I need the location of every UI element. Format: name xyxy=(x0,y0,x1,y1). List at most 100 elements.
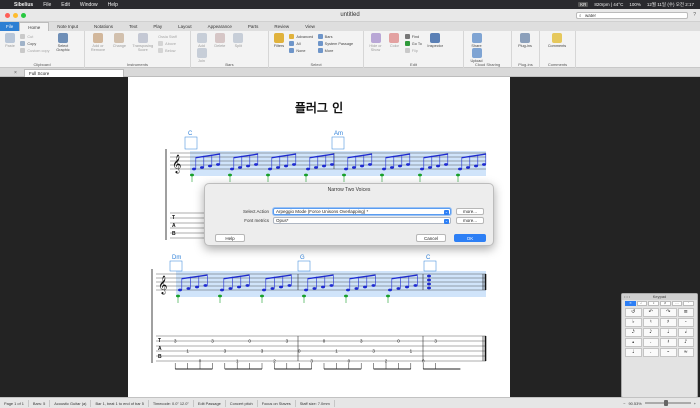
search-input[interactable]: ⌕ water xyxy=(576,12,688,19)
keypad-key[interactable]: ≡ xyxy=(677,308,694,317)
share-button[interactable]: Share xyxy=(467,33,486,48)
close-window-button[interactable] xyxy=(5,12,10,18)
tab-note-input[interactable]: Note Input xyxy=(49,22,86,31)
keypad-key[interactable]: ♪ xyxy=(677,338,694,347)
select-action-dropdown[interactable]: Arpeggio Mode (Force Unisons Overlapping… xyxy=(273,208,451,215)
keypad-key[interactable]: ♭ xyxy=(625,318,642,327)
menu-help[interactable]: Help xyxy=(108,2,118,8)
inspector-button[interactable]: Inspector xyxy=(426,33,444,48)
panel-controls-icon[interactable]: ••• xyxy=(624,294,631,300)
keypad-tab-1[interactable]: ≡ xyxy=(625,301,636,306)
go-to-button[interactable]: Go To xyxy=(404,40,422,47)
clock-text[interactable]: 12월 11일 (수) 오전 2:17 xyxy=(647,2,694,8)
tab-home[interactable]: Home xyxy=(19,22,50,31)
keypad-key[interactable]: ≈ xyxy=(677,348,694,357)
copy-button[interactable]: Copy xyxy=(20,40,49,47)
status-timecode: Timecode: 0.0" 12.0" xyxy=(149,399,194,407)
keypad-key[interactable]: . xyxy=(642,348,659,357)
zoom-slider[interactable] xyxy=(644,400,691,406)
help-icon[interactable]: ? xyxy=(693,12,696,18)
input-source-badge[interactable]: KR xyxy=(578,2,589,7)
keypad-key[interactable]: 𝅗𝅥 xyxy=(677,328,694,337)
tab-full-score[interactable]: Full Score xyxy=(24,69,124,77)
zoom-in-icon[interactable]: + xyxy=(694,401,696,406)
select-none-button[interactable]: None xyxy=(289,47,313,54)
tab-play[interactable]: Play xyxy=(145,22,170,31)
menu-app-name[interactable]: Sibelius xyxy=(14,2,33,8)
keypad-key[interactable]: ♮ xyxy=(642,318,659,327)
cancel-button[interactable]: Cancel xyxy=(416,234,446,242)
select-all-button[interactable]: All xyxy=(289,40,313,47)
keypad-tab-4[interactable]: ♬ xyxy=(660,301,671,306)
menu-edit[interactable]: Edit xyxy=(61,2,70,8)
select-bars-button[interactable]: Bars xyxy=(317,33,354,40)
keypad-key[interactable]: 𝅝 xyxy=(625,338,642,347)
tab-review[interactable]: Review xyxy=(266,22,297,31)
select-graphic-button[interactable]: Select Graphic xyxy=(54,33,72,52)
find-button[interactable]: Find xyxy=(404,33,422,40)
battery-text[interactable]: 100% xyxy=(629,2,641,7)
tab-view[interactable]: View xyxy=(297,22,323,31)
font-metrics-more-button[interactable]: more... xyxy=(456,217,484,224)
keypad-key[interactable]: ♩ xyxy=(625,348,642,357)
keypad-key[interactable]: ↶ xyxy=(642,308,659,317)
font-metrics-dropdown[interactable]: Opus* ⌄ xyxy=(273,217,451,224)
zoom-out-icon[interactable]: − xyxy=(623,401,625,406)
keypad-key[interactable]: 𝄽 xyxy=(660,338,677,347)
concert-pitch-toggle[interactable]: Concert pitch xyxy=(226,399,258,407)
keypad-key[interactable]: ♩ xyxy=(660,328,677,337)
keypad-key[interactable]: 𝅘𝅥𝅯 xyxy=(625,328,642,337)
keypad-key[interactable]: . xyxy=(642,338,659,347)
tab-file[interactable]: File xyxy=(0,22,20,31)
system-passage-button[interactable]: System Passage xyxy=(317,40,353,47)
comments-button[interactable]: Comments xyxy=(543,33,571,48)
ossia-staff-button[interactable]: Ossia Staff xyxy=(158,33,177,40)
keypad-title-bar[interactable]: ••• Keypad xyxy=(622,294,697,300)
ok-button[interactable]: OK xyxy=(454,234,486,242)
select-action-more-button[interactable]: more... xyxy=(456,208,484,215)
color-button[interactable]: Color xyxy=(387,33,401,48)
keypad-tab-5[interactable]: … xyxy=(671,301,683,306)
fan-status-text[interactable]: 820rpm | 44°C xyxy=(594,2,623,7)
hide-show-button[interactable]: Hide or Show xyxy=(367,33,384,52)
menu-window[interactable]: Window xyxy=(80,2,98,8)
paste-button[interactable]: Paste xyxy=(3,33,17,48)
keypad-tab-6[interactable]: · xyxy=(683,301,695,306)
tab-text[interactable]: Text xyxy=(121,22,145,31)
split-bar-button[interactable]: Split xyxy=(231,33,246,48)
transposing-score-button[interactable]: Transposing Score xyxy=(131,33,155,52)
custom-copy-button[interactable]: Custom copy xyxy=(20,47,50,54)
close-tab-icon[interactable]: × xyxy=(14,70,17,76)
filters-button[interactable]: Filters xyxy=(272,33,286,48)
ossia-above-button[interactable]: Above xyxy=(158,40,177,47)
add-bar-button[interactable]: Add xyxy=(194,33,209,48)
keypad-tab-2[interactable]: ♩ xyxy=(636,301,648,306)
zoom-value[interactable]: 90.53% xyxy=(629,401,642,406)
advanced-filter-button[interactable]: Advanced xyxy=(289,33,313,40)
focus-on-staves-toggle[interactable]: Focus on Staves xyxy=(258,399,296,407)
cut-button[interactable]: Cut xyxy=(20,33,49,40)
keypad-tab-3[interactable]: ♪ xyxy=(648,301,660,306)
change-instrument-button[interactable]: Change xyxy=(111,33,127,48)
select-more-button[interactable]: More xyxy=(317,47,354,54)
keypad-key[interactable]: 𝄼 xyxy=(660,348,677,357)
delete-bar-button[interactable]: Delete xyxy=(212,33,227,48)
keypad-key[interactable]: ♯ xyxy=(660,318,677,327)
keypad-key[interactable]: 𝅘𝅥𝅮 xyxy=(642,328,659,337)
plugins-button[interactable]: Plug-ins xyxy=(515,33,535,48)
tab-appearance[interactable]: Appearance xyxy=(200,22,240,31)
keypad-key[interactable]: ↺ xyxy=(625,308,642,317)
keypad-key[interactable]: ↷ xyxy=(660,308,677,317)
add-remove-instruments-button[interactable]: Add or Remove xyxy=(88,33,108,52)
tab-parts[interactable]: Parts xyxy=(240,22,267,31)
tab-notations[interactable]: Notations xyxy=(86,22,121,31)
keypad-key[interactable]: - xyxy=(677,318,694,327)
help-button[interactable]: Help xyxy=(215,234,245,242)
flip-button[interactable]: Flip xyxy=(404,47,422,54)
minimize-window-button[interactable] xyxy=(13,12,18,18)
zoom-slider-knob[interactable] xyxy=(663,400,668,406)
menu-file[interactable]: File xyxy=(43,2,51,8)
ossia-below-button[interactable]: Below xyxy=(158,47,177,54)
zoom-window-button[interactable] xyxy=(21,12,26,18)
tab-layout[interactable]: Layout xyxy=(170,22,200,31)
